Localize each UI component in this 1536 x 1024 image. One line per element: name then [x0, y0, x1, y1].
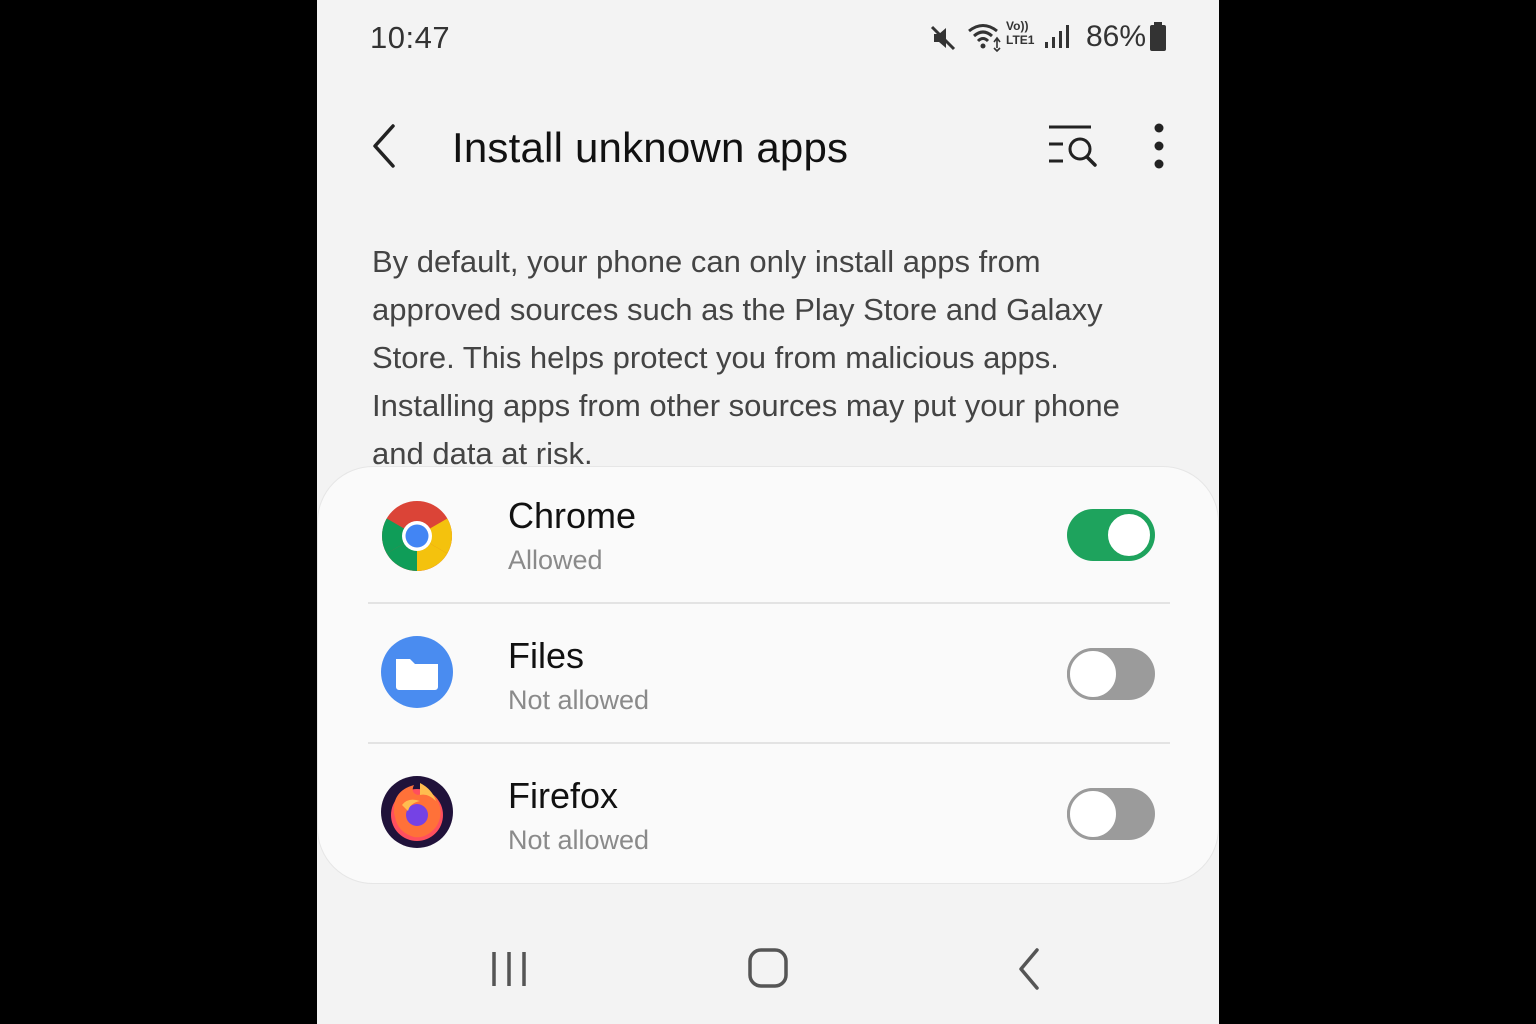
app-name: Files — [508, 635, 585, 676]
app-name: Firefox — [508, 775, 619, 816]
home-icon — [748, 948, 788, 988]
volte-label: Vo)) — [1006, 19, 1029, 33]
status-time: 10:47 — [370, 20, 451, 55]
back-arrow-icon — [373, 124, 395, 168]
search-button[interactable] — [1043, 120, 1103, 176]
lte-label: LTE1 — [1006, 33, 1035, 47]
signal-icon — [1045, 25, 1069, 48]
wifi-icon — [968, 24, 1001, 52]
toggle-knob — [1067, 788, 1119, 840]
mute-icon — [930, 25, 956, 51]
phone-screen: 10:47 Vo)) LTE1 86% Install unknown apps… — [317, 0, 1219, 1024]
app-status: Allowed — [508, 545, 603, 575]
status-bar: 10:47 Vo)) LTE1 86% — [317, 0, 1219, 74]
allow-toggle-chrome[interactable] — [1067, 509, 1155, 561]
more-vertical-icon — [1154, 123, 1164, 169]
battery-icon — [1150, 22, 1166, 51]
allow-toggle-firefox[interactable] — [1067, 788, 1155, 840]
volte-lte-icon: Vo)) LTE1 — [1006, 20, 1040, 52]
app-name: Chrome — [508, 495, 637, 536]
divider — [368, 742, 1170, 744]
app-status: Not allowed — [508, 685, 650, 715]
home-button[interactable] — [738, 942, 798, 998]
toggle-knob — [1067, 648, 1119, 700]
nav-back-button[interactable] — [1001, 942, 1061, 998]
battery-percent: 86% — [1086, 20, 1147, 53]
firefox-icon — [381, 776, 453, 848]
app-row-chrome[interactable]: Chrome Allowed — [318, 467, 1219, 605]
recents-icon — [492, 952, 526, 986]
app-status: Not allowed — [508, 825, 650, 855]
more-options-button[interactable] — [1137, 120, 1181, 176]
divider — [368, 602, 1170, 604]
allow-toggle-files[interactable] — [1067, 648, 1155, 700]
description-text: By default, your phone can only install … — [372, 244, 1120, 471]
recents-button[interactable] — [479, 942, 539, 998]
navigation-bar — [317, 920, 1219, 1020]
search-list-icon — [1049, 125, 1097, 167]
toggle-knob — [1105, 511, 1153, 559]
back-icon — [1019, 948, 1039, 990]
files-icon — [381, 636, 453, 708]
back-button[interactable] — [365, 120, 409, 176]
chrome-icon — [382, 501, 452, 571]
app-list-card: Chrome Allowed Files Not allowed Firefox… — [317, 466, 1219, 884]
app-row-files[interactable]: Files Not allowed — [318, 605, 1219, 743]
app-row-firefox[interactable]: Firefox Not allowed — [318, 745, 1219, 883]
app-bar: Install unknown apps — [317, 100, 1219, 196]
page-title: Install unknown apps — [452, 124, 849, 171]
